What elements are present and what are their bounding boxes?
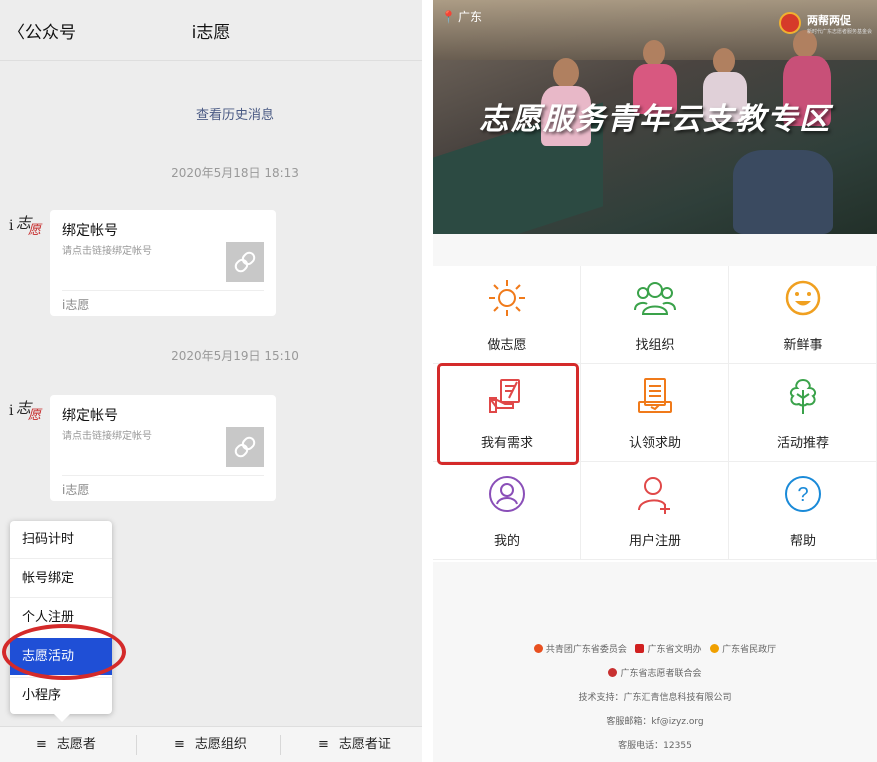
menu-divider xyxy=(280,735,281,755)
bottom-menu-label: 志愿组织 xyxy=(194,737,247,752)
link-thumbnail xyxy=(226,242,264,282)
two-help-logo: 两帮两促 新时代广东志愿者服务基金会 xyxy=(779,8,873,38)
grid-item-label: 做志愿 xyxy=(487,338,527,353)
youth-league-icon xyxy=(533,644,543,653)
grid-item-label: 我的 xyxy=(493,534,520,549)
sun-icon xyxy=(489,280,525,316)
footer-org[interactable]: 广东省文明办 xyxy=(647,645,701,655)
message-timestamp: 2020年5月19日 15:10 xyxy=(171,349,299,363)
grid-item-help[interactable]: ? 帮助 xyxy=(729,462,877,560)
svg-text:i: i xyxy=(9,218,14,234)
user-circle-icon xyxy=(489,476,525,512)
card-subtitle: 请点击链接绑定帐号 xyxy=(62,246,152,257)
logo-subtext: 新时代广东志愿者服务基金会 xyxy=(807,29,873,35)
banner-figure xyxy=(733,150,833,234)
grid-item-news[interactable]: 新鲜事 xyxy=(729,266,877,364)
history-messages-link[interactable]: 查看历史消息 xyxy=(0,104,422,123)
i-volunteer-avatar[interactable]: i 志 愿 xyxy=(8,210,44,242)
grid-item-mine[interactable]: 我的 xyxy=(433,462,581,560)
menu-item-account-binding[interactable]: 帐号绑定 xyxy=(10,560,112,597)
bottom-menu-label: 志愿者证 xyxy=(338,737,391,752)
highlight-box xyxy=(437,363,579,465)
help-icon: ? xyxy=(785,476,821,512)
card-subtitle: 请点击链接绑定帐号 xyxy=(62,431,152,442)
bottom-menu-volunteer[interactable]: ≡ 志愿者 xyxy=(36,727,96,762)
card-title: 绑定帐号 xyxy=(62,223,118,239)
grid-item-label: 帮助 xyxy=(789,534,816,549)
card-title: 绑定帐号 xyxy=(62,408,118,424)
logo-emblem-icon xyxy=(779,12,801,34)
chat-title: i志愿 xyxy=(191,23,231,43)
footer-volunteer-federation: 广东省志愿者联合会 xyxy=(433,666,877,679)
banner-figure xyxy=(713,48,735,74)
grid-item-do-volunteer[interactable]: 做志愿 xyxy=(433,266,581,364)
footer-phone: 客服电话：12355 xyxy=(618,741,692,751)
footer-orgs: 共青团广东省委员会 广东省文明办 广东省民政厅 xyxy=(433,642,877,655)
banner-title: 志愿服务青年云支教专区 xyxy=(479,102,831,137)
menu-icon: ≡ xyxy=(318,737,329,752)
card-divider xyxy=(62,290,264,291)
menu-item-scan-timer[interactable]: 扫码计时 xyxy=(10,521,112,558)
grid-item-label: 新鲜事 xyxy=(783,338,823,353)
svg-text:愿: 愿 xyxy=(28,223,43,238)
grid-item-label: 用户注册 xyxy=(628,534,681,549)
i-volunteer-avatar[interactable]: i 志 愿 xyxy=(8,395,44,427)
message-timestamp: 2020年5月18日 18:13 xyxy=(171,166,299,180)
bottom-menu-bar: ≡ 志愿者 ≡ 志愿组织 ≡ 志愿者证 xyxy=(0,726,422,762)
svg-text:i: i xyxy=(9,403,14,419)
grid-item-label: 活动推荐 xyxy=(776,436,829,451)
banner-figure xyxy=(643,40,665,66)
logo-text: 两帮两促 xyxy=(807,14,851,27)
menu-icon: ≡ xyxy=(36,737,47,752)
footer-email: 客服邮箱：kf@izyz.org xyxy=(606,717,704,727)
smile-icon xyxy=(785,280,821,316)
card-divider xyxy=(62,475,264,476)
grid-item-find-organization[interactable]: 找组织 xyxy=(581,266,729,364)
card-source: i志愿 xyxy=(62,298,90,312)
banner-image: 📍 广东 两帮两促 新时代广东志愿者服务基金会 志愿服务青年云支教专区 xyxy=(433,0,877,234)
location-pin-icon: 📍 xyxy=(441,10,456,24)
chat-header: 〈公众号 i志愿 xyxy=(0,0,422,61)
grid-item-activity-recommend[interactable]: 活动推荐 xyxy=(729,364,877,462)
grid-item-claim-help[interactable]: 认领求助 xyxy=(581,364,729,462)
svg-text:愿: 愿 xyxy=(28,408,43,423)
footer-org[interactable]: 广东省志愿者联合会 xyxy=(620,669,701,679)
link-thumbnail xyxy=(226,427,264,467)
menu-item-mini-program[interactable]: 小程序 xyxy=(10,677,112,714)
message-card[interactable]: 绑定帐号 请点击链接绑定帐号 i志愿 xyxy=(50,210,276,316)
civilization-office-icon xyxy=(635,644,645,653)
menu-icon: ≡ xyxy=(174,737,185,752)
user-add-icon xyxy=(638,477,670,514)
wechat-chat-panel: 〈公众号 i志愿 查看历史消息 2020年5月18日 18:13 i 志 愿 绑… xyxy=(0,0,422,762)
location-indicator[interactable]: 📍 广东 xyxy=(441,8,482,25)
grid-item-label: 认领求助 xyxy=(628,436,681,451)
group-icon xyxy=(634,282,676,315)
bottom-menu-organization[interactable]: ≡ 志愿组织 xyxy=(174,727,247,762)
grid-item-user-register[interactable]: 用户注册 xyxy=(581,462,729,560)
tree-icon xyxy=(789,378,817,414)
bottom-menu-certificate[interactable]: ≡ 志愿者证 xyxy=(318,727,391,762)
card-source: i志愿 xyxy=(62,483,90,497)
popup-arrow xyxy=(54,714,70,722)
document-icon xyxy=(638,378,672,413)
footer-tech-support: 技术支持：广东汇青信息科技有限公司 xyxy=(578,693,732,703)
link-icon xyxy=(234,251,256,273)
menu-divider xyxy=(136,735,137,755)
volunteer-submenu: 扫码计时 帐号绑定 个人注册 志愿活动 小程序 xyxy=(10,521,112,722)
highlight-ellipse xyxy=(2,624,126,680)
link-icon xyxy=(234,436,256,458)
federation-icon xyxy=(608,668,618,677)
menu-divider xyxy=(10,597,112,598)
volunteer-portal-panel: 📍 广东 两帮两促 新时代广东志愿者服务基金会 志愿服务青年云支教专区 做志愿 … xyxy=(433,0,877,762)
location-label: 广东 xyxy=(457,10,482,24)
menu-divider xyxy=(10,558,112,559)
bottom-menu-label: 志愿者 xyxy=(56,737,96,752)
footer-org[interactable]: 广东省民政厅 xyxy=(722,645,776,655)
civil-affairs-icon xyxy=(710,644,720,653)
banner-figure xyxy=(553,58,579,88)
footer-org[interactable]: 共青团广东省委员会 xyxy=(546,645,627,655)
svg-text:?: ? xyxy=(797,484,808,506)
grid-item-label: 找组织 xyxy=(635,338,675,353)
message-card[interactable]: 绑定帐号 请点击链接绑定帐号 i志愿 xyxy=(50,395,276,501)
